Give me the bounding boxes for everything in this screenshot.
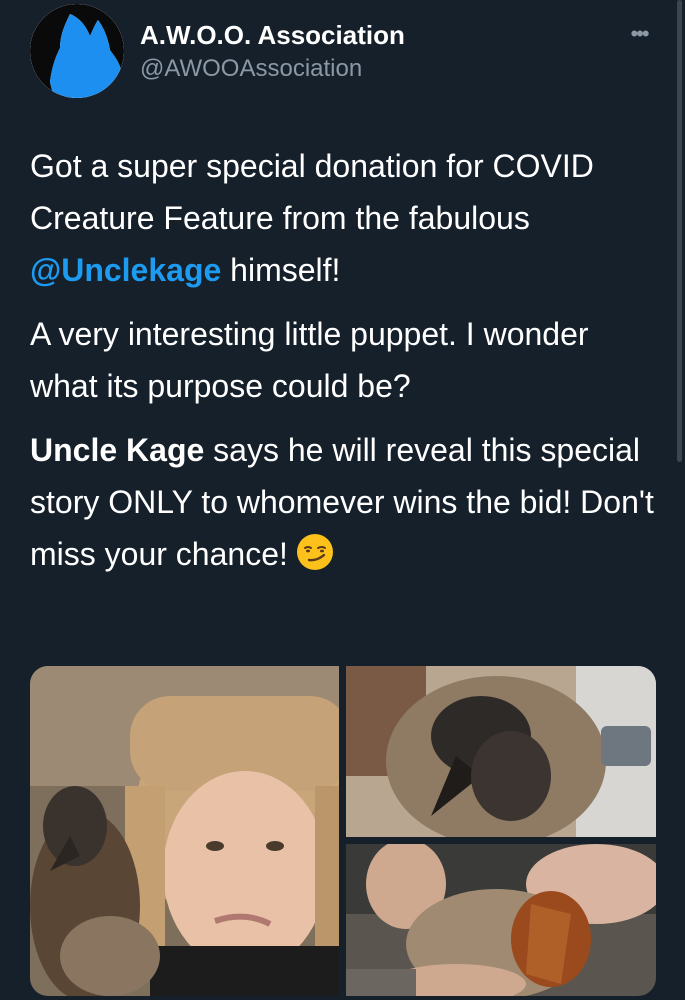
tweet-text: Got a super special donation for COVID C… — [30, 140, 660, 592]
photo-woman-with-puppet[interactable] — [30, 666, 339, 996]
user-handle[interactable]: @AWOOAssociation — [140, 55, 362, 83]
paragraph-1-text-b: himself! — [221, 252, 341, 288]
tweet-paragraph-2: A very interesting little puppet. I wond… — [30, 316, 589, 404]
mention-link[interactable]: @Unclekage — [30, 252, 221, 288]
tweet-paragraph-3: Uncle Kage says he will reveal this spec… — [30, 424, 660, 580]
scrollbar[interactable] — [677, 0, 682, 462]
paragraph-3-strong: Uncle Kage — [30, 432, 205, 468]
photo-puppet-on-arm[interactable] — [346, 844, 656, 996]
smirking-face-emoji — [296, 534, 333, 570]
avatar[interactable] — [30, 4, 124, 98]
tweet-header: A.W.O.O. Association @AWOOAssociation ••… — [0, 0, 685, 120]
paragraph-1-text-a: Got a super special donation for COVID C… — [30, 148, 594, 236]
more-options-icon[interactable]: ••• — [622, 22, 656, 46]
tweet-paragraph-1: Got a super special donation for COVID C… — [30, 140, 660, 296]
wolf-silhouette-icon — [30, 4, 124, 98]
media-grid — [30, 666, 656, 996]
photo-puppet-closeup[interactable] — [346, 666, 656, 837]
display-name[interactable]: A.W.O.O. Association — [140, 20, 405, 51]
